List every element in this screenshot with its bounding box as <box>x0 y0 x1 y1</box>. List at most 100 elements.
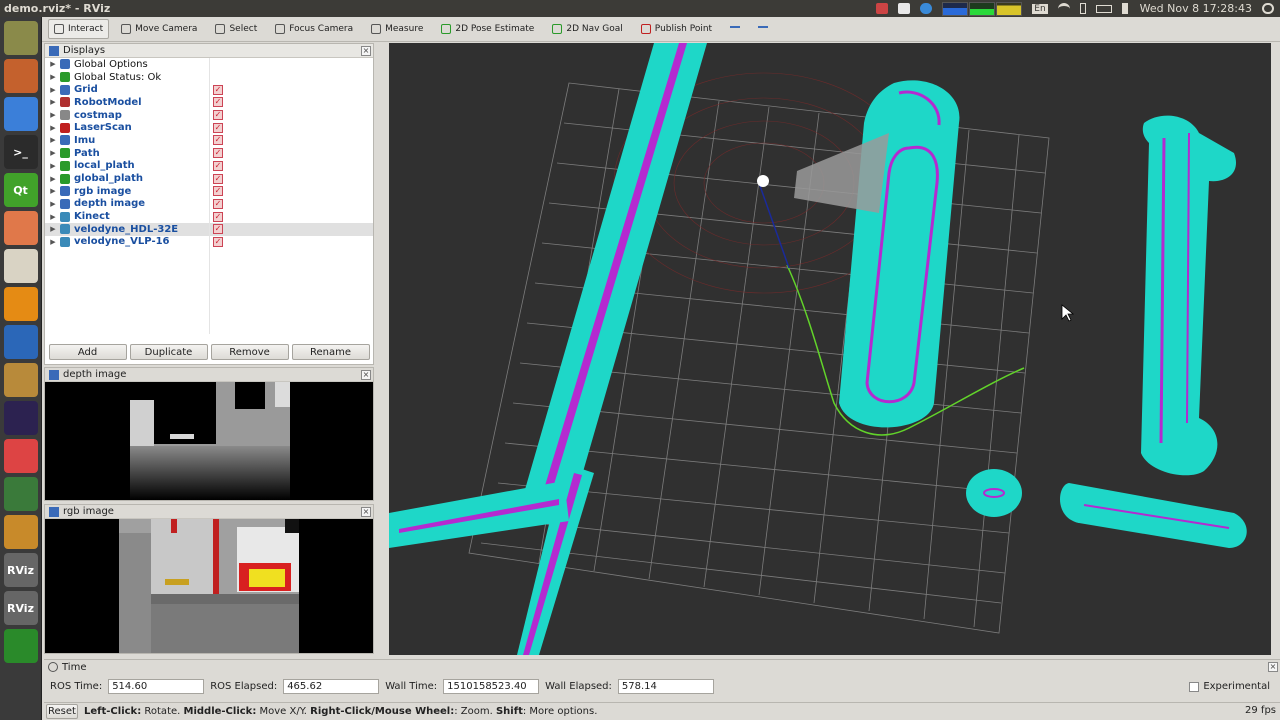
power-icon[interactable] <box>920 3 933 14</box>
system-monitor-graph[interactable] <box>942 1 1023 16</box>
tool-select[interactable]: Select <box>209 19 263 39</box>
green-icon[interactable] <box>3 629 38 663</box>
display-item-label: Global Status: Ok <box>74 71 162 83</box>
expand-arrow-icon[interactable]: ▶ <box>48 149 58 157</box>
depth-panel-title: depth image × <box>45 368 373 382</box>
left-splitter[interactable] <box>377 43 387 655</box>
chrome-icon[interactable] <box>3 97 38 131</box>
expand-arrow-icon[interactable]: ▶ <box>48 238 58 246</box>
enabled-checkbox[interactable]: ✓ <box>213 84 223 95</box>
add-tool-icon[interactable] <box>724 19 746 39</box>
dropbox-icon[interactable] <box>898 3 911 14</box>
vlc-icon[interactable] <box>3 287 38 321</box>
wall-elapsed-label: Wall Elapsed: <box>545 681 612 692</box>
close-icon[interactable]: × <box>1268 662 1278 672</box>
wall-elapsed-field[interactable]: 578.14 <box>617 679 714 694</box>
enabled-checkbox[interactable]: ✓ <box>213 236 223 247</box>
close-icon[interactable]: × <box>361 507 371 517</box>
notes-icon[interactable] <box>3 439 38 473</box>
tool-2d-pose-estimate[interactable]: 2D Pose Estimate <box>435 19 540 39</box>
expand-arrow-icon[interactable]: ▶ <box>48 60 58 68</box>
expand-arrow-icon[interactable]: ▶ <box>48 136 58 144</box>
enabled-checkbox[interactable]: ✓ <box>213 211 223 222</box>
bluetooth-icon[interactable] <box>1079 3 1086 14</box>
enabled-checkbox[interactable]: ✓ <box>213 173 223 184</box>
rviz-icon[interactable]: RViz <box>3 553 38 587</box>
enabled-checkbox[interactable]: ✓ <box>213 186 223 197</box>
eclipse-icon[interactable] <box>3 401 38 435</box>
enabled-checkbox[interactable]: ✓ <box>213 148 223 159</box>
reset-button[interactable]: Reset <box>46 704 78 719</box>
display-item-label: global_plath <box>74 173 144 185</box>
enabled-checkbox[interactable]: ✓ <box>213 224 223 235</box>
remove-tool-icon[interactable] <box>752 19 774 39</box>
add-button[interactable]: Add <box>48 344 127 360</box>
expand-arrow-icon[interactable]: ▶ <box>48 73 58 81</box>
time-fields-row: ROS Time: 514.60 ROS Elapsed: 465.62 Wal… <box>50 679 714 694</box>
expand-arrow-icon[interactable]: ▶ <box>48 111 58 119</box>
tool-measure[interactable]: Measure <box>365 19 429 39</box>
display-type-icon <box>60 148 70 159</box>
enabled-checkbox[interactable]: ✓ <box>213 135 223 146</box>
expand-arrow-icon[interactable]: ▶ <box>48 200 58 208</box>
rename-button[interactable]: Rename <box>291 344 370 360</box>
displays-panel: Displays × ▶ Global Options ▶ Global Status… <box>44 43 374 365</box>
expand-arrow-icon[interactable]: ▶ <box>48 98 58 106</box>
tool-move-camera[interactable]: Move Camera <box>115 19 203 39</box>
ros-elapsed-field[interactable]: 465.62 <box>283 679 380 694</box>
camera-icon[interactable] <box>876 3 889 14</box>
enabled-checkbox[interactable]: ✓ <box>213 160 223 171</box>
settings-gear-icon[interactable] <box>1262 3 1274 14</box>
image-icon <box>49 369 59 380</box>
writer-icon[interactable] <box>3 325 38 359</box>
right-splitter[interactable] <box>1271 43 1280 655</box>
tool-label: Move Camera <box>135 24 198 34</box>
tool-publish-point[interactable]: Publish Point <box>635 19 718 39</box>
expand-arrow-icon[interactable]: ▶ <box>48 187 58 195</box>
enabled-checkbox[interactable]: ✓ <box>213 198 223 209</box>
expand-arrow-icon[interactable]: ▶ <box>48 175 58 183</box>
install-icon[interactable] <box>3 363 38 397</box>
archive-icon[interactable] <box>3 515 38 549</box>
python-icon[interactable] <box>3 477 38 511</box>
expand-arrow-icon[interactable]: ▶ <box>48 225 58 233</box>
battery-icon[interactable] <box>1095 4 1112 13</box>
expand-arrow-icon[interactable]: ▶ <box>48 162 58 170</box>
display-item-label: RobotModel <box>74 96 142 108</box>
rviz2-icon[interactable]: RViz <box>3 591 38 625</box>
display-item-label: Grid <box>74 84 98 96</box>
ros-time-field[interactable]: 514.60 <box>108 679 205 694</box>
left-click-text: Rotate. <box>141 706 184 717</box>
files-icon[interactable] <box>3 59 38 93</box>
tool-interact[interactable]: Interact <box>48 19 110 39</box>
app-icon[interactable] <box>3 211 38 245</box>
duplicate-button[interactable]: Duplicate <box>129 344 208 360</box>
tool-2d-nav-goal[interactable]: 2D Nav Goal <box>546 19 628 39</box>
experimental-checkbox[interactable] <box>1189 681 1200 692</box>
enabled-checkbox[interactable]: ✓ <box>213 110 223 121</box>
keyboard-layout[interactable]: En <box>1032 3 1048 14</box>
ros-time-label: ROS Time: <box>50 681 103 692</box>
remove-button[interactable]: Remove <box>210 344 289 360</box>
books-icon[interactable] <box>3 249 38 283</box>
tool-focus-camera[interactable]: Focus Camera <box>269 19 359 39</box>
display-type-icon <box>60 110 70 121</box>
expand-arrow-icon[interactable]: ▶ <box>48 124 58 132</box>
expand-arrow-icon[interactable]: ▶ <box>48 213 58 221</box>
clock[interactable]: Wed Nov 8 17:28:43 <box>1140 2 1252 15</box>
volume-icon[interactable] <box>1121 3 1130 14</box>
expand-arrow-icon[interactable]: ▶ <box>48 86 58 94</box>
render-view-3d[interactable] <box>389 43 1271 655</box>
display-type-icon <box>60 236 70 247</box>
enabled-checkbox[interactable]: ✓ <box>213 122 223 133</box>
experimental-option[interactable]: Experimental <box>1189 681 1270 692</box>
scene-canvas[interactable] <box>389 43 1271 655</box>
wifi-icon[interactable] <box>1057 3 1070 14</box>
ubuntu-icon[interactable] <box>3 21 38 55</box>
wall-time-field[interactable]: 1510158523.40 <box>443 679 540 694</box>
enabled-checkbox[interactable]: ✓ <box>213 97 223 108</box>
qt-icon[interactable]: Qt <box>3 173 38 207</box>
terminal-icon[interactable]: >_ <box>3 135 38 169</box>
close-icon[interactable]: × <box>361 46 371 56</box>
close-icon[interactable]: × <box>361 370 371 380</box>
